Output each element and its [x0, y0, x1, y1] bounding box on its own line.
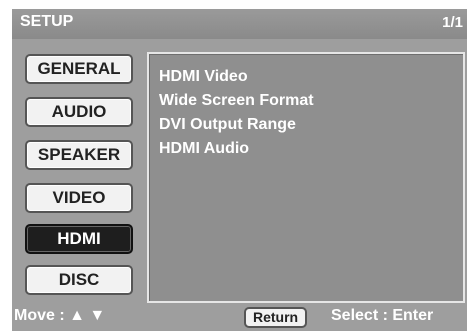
menu-button-general[interactable]: GENERAL	[25, 54, 133, 84]
page-indicator: 1/1	[442, 14, 463, 31]
setup-screen: SETUP 1/1 GENERAL AUDIO SPEAKER VIDEO HD…	[12, 9, 467, 331]
return-button[interactable]: Return	[244, 307, 308, 328]
menu-button-disc[interactable]: DISC	[25, 265, 133, 295]
menu-button-video[interactable]: VIDEO	[25, 183, 133, 213]
submenu-panel: HDMI Video Wide Screen Format DVI Output…	[147, 52, 465, 303]
select-hint: Select : Enter	[331, 307, 434, 324]
menu-button-speaker[interactable]: SPEAKER	[25, 140, 133, 170]
submenu-item-dvi-output-range[interactable]: DVI Output Range	[159, 116, 296, 134]
footer-bar: Move : ▲ ▼ Return Select : Enter	[12, 303, 467, 331]
menu-button-audio[interactable]: AUDIO	[25, 97, 133, 127]
menu-button-hdmi[interactable]: HDMI	[25, 224, 133, 254]
screen-title: SETUP	[20, 13, 74, 30]
header-bar: SETUP 1/1	[12, 9, 467, 39]
submenu-item-hdmi-audio[interactable]: HDMI Audio	[159, 140, 249, 158]
submenu-item-wide-screen-format[interactable]: Wide Screen Format	[159, 92, 314, 110]
move-hint: Move : ▲ ▼	[14, 307, 106, 324]
submenu-item-hdmi-video[interactable]: HDMI Video	[159, 68, 248, 86]
